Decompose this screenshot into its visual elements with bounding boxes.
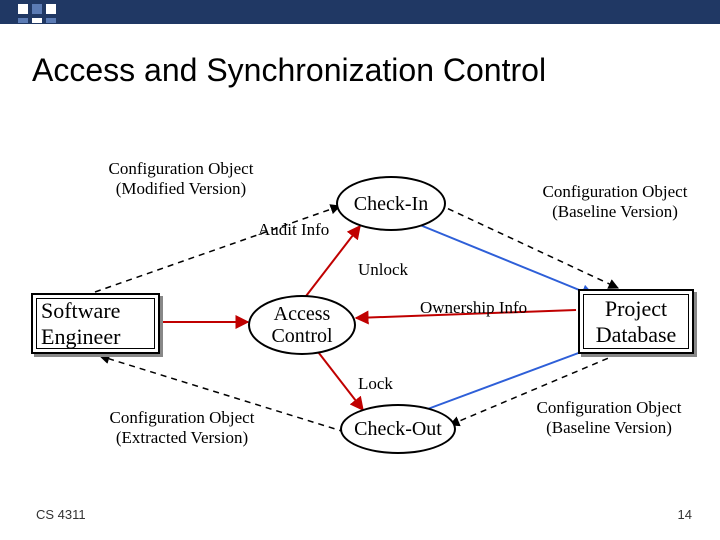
label-audit-info: Audit Info <box>258 220 329 240</box>
node-check-in: Check-In <box>336 176 446 231</box>
node-project-database-inner <box>583 294 689 349</box>
node-label: Check-In <box>354 193 428 215</box>
label-config-baseline-bottom: Configuration Object (Baseline Version) <box>524 398 694 437</box>
node-software-engineer-inner <box>36 298 155 349</box>
label-lock: Lock <box>358 374 393 394</box>
label-config-modified: Configuration Object (Modified Version) <box>96 159 266 198</box>
node-label: Access Control <box>271 303 332 347</box>
label-ownership-info: Ownership Info <box>420 298 527 318</box>
node-check-out: Check-Out <box>340 404 456 454</box>
label-config-extracted: Configuration Object (Extracted Version) <box>94 408 270 447</box>
footer-course: CS 4311 <box>36 507 86 522</box>
footer-page-number: 14 <box>678 507 692 522</box>
label-config-baseline-top: Configuration Object (Baseline Version) <box>530 182 700 221</box>
node-access-control: Access Control <box>248 295 356 355</box>
node-label: Check-Out <box>354 418 442 440</box>
label-unlock: Unlock <box>358 260 408 280</box>
